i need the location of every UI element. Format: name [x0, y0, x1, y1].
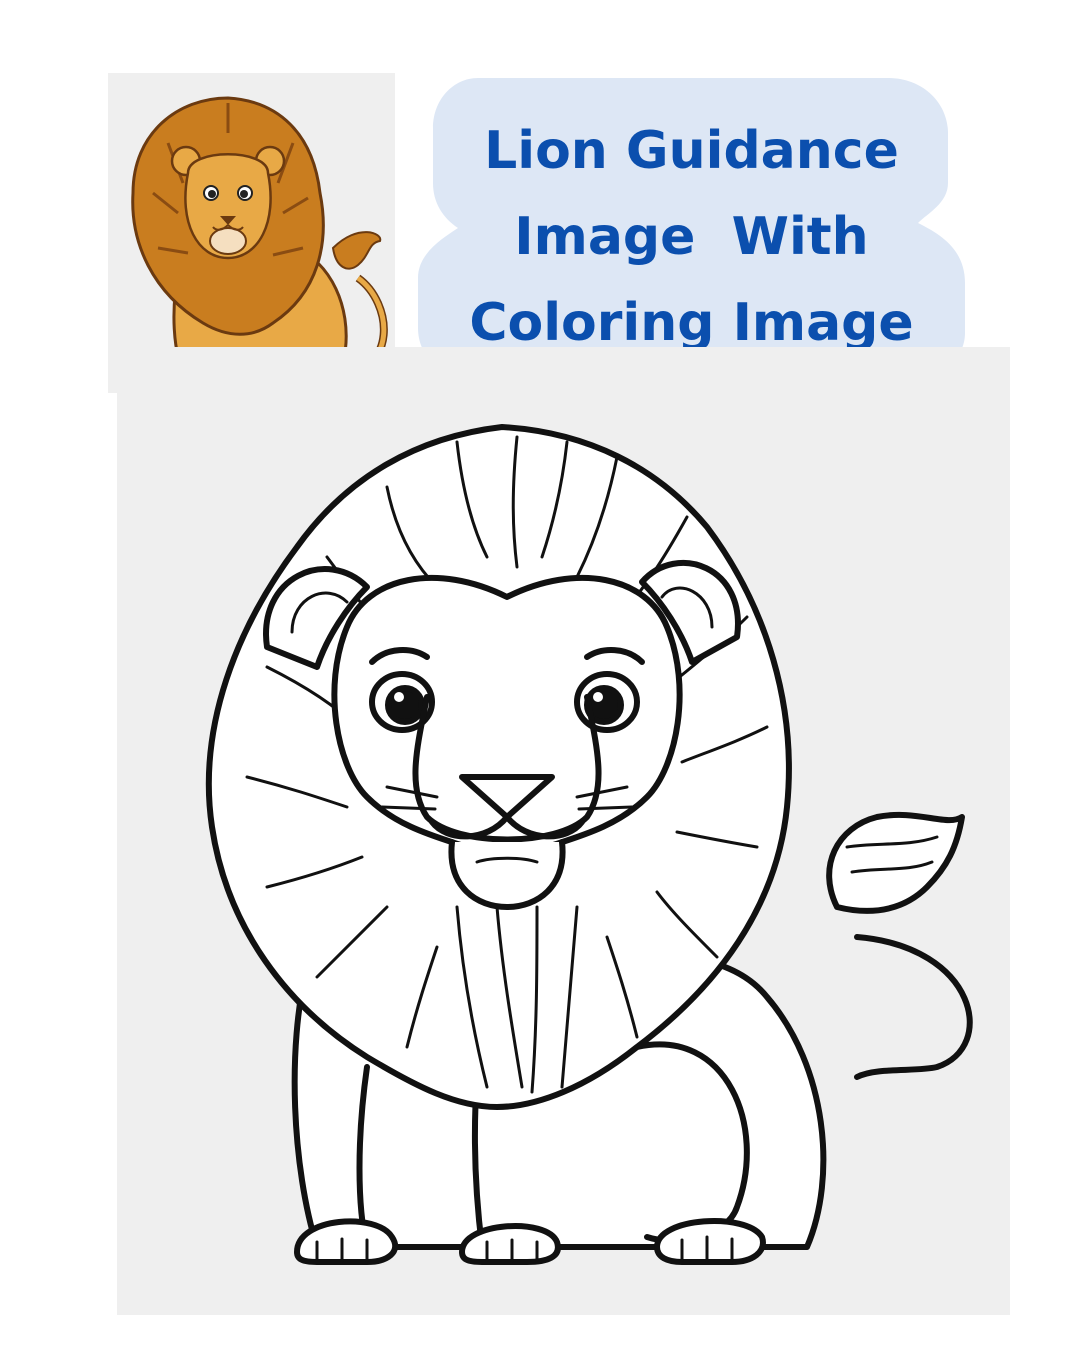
page-title: Lion Guidance Image With Coloring Image [418, 108, 965, 366]
colored-lion-illustration [131, 96, 388, 387]
title-line-1: Lion Guidance [484, 121, 899, 181]
lion-line-art [205, 424, 973, 1265]
guidance-image-panel [108, 73, 395, 393]
coloring-image-panel [117, 347, 1010, 1315]
title-badge: Lion Guidance Image With Coloring Image [418, 78, 965, 376]
title-line-2: Image With [514, 207, 869, 267]
